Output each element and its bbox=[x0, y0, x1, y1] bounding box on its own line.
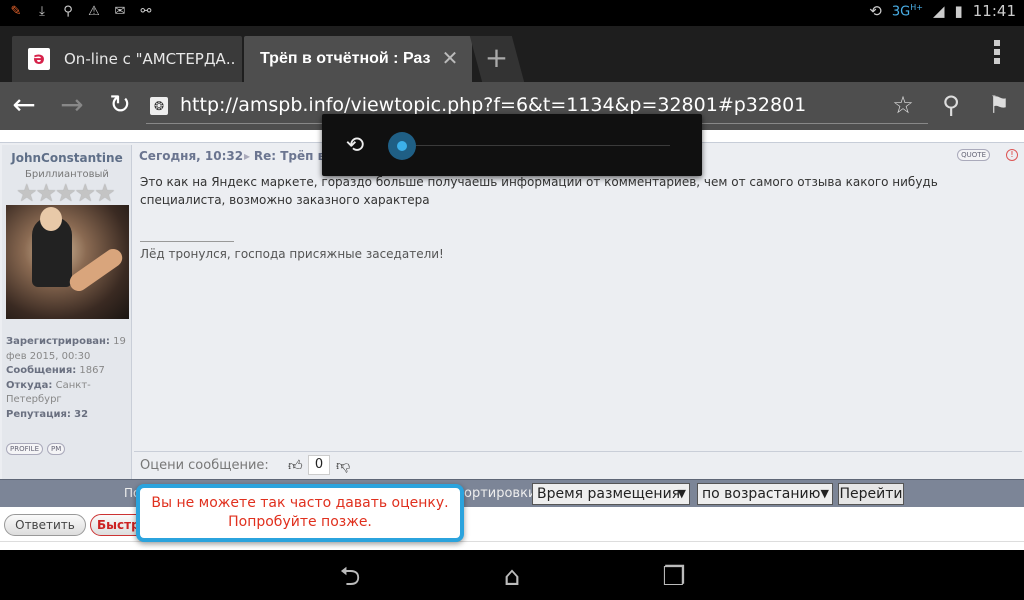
thumb-up-icon[interactable]: 👍︎ bbox=[288, 457, 303, 474]
rating-value: 0 bbox=[308, 455, 330, 475]
sort-field-select[interactable]: Время размещения ▼ bbox=[532, 483, 690, 505]
tab-title: On-line с "АМСТЕРДА... bbox=[64, 50, 236, 68]
tab-bar: ə On-line с "АМСТЕРДА... Трёп в отчётной… bbox=[0, 26, 1024, 82]
report-icon[interactable]: ! bbox=[1006, 149, 1018, 161]
close-tab-icon[interactable]: ✕ bbox=[440, 48, 460, 68]
tab-title: Трёп в отчётной : Раз... bbox=[260, 50, 430, 67]
rate-label: Оцени сообщение: bbox=[140, 458, 269, 473]
author-info: Зарегистрирован: 19 фев 2015, 00:30 Сооб… bbox=[6, 335, 128, 422]
tab-active-trep[interactable]: Трёп в отчётной : Раз... ✕ bbox=[244, 36, 472, 82]
rating-row: Оцени сообщение: 👍︎ 0 👎︎ bbox=[134, 451, 1022, 479]
tablet-screen: { "statusbar": { "time": "11:41", "netwo… bbox=[0, 0, 1024, 600]
back-icon[interactable]: ⮌ bbox=[326, 562, 374, 592]
url-text[interactable]: http://amspb.info/viewtopic.php?f=6&t=11… bbox=[180, 94, 806, 116]
forum-post: JohnConstantine Бриллиантовый ★★★★★ Заре… bbox=[0, 142, 1024, 480]
recent-apps-icon[interactable]: ❐ bbox=[650, 562, 698, 592]
network-sup: H+ bbox=[910, 2, 923, 12]
bookmark-star-icon[interactable]: ☆ bbox=[888, 90, 918, 120]
post-subject[interactable]: ▸ Re: Трёп в bbox=[244, 149, 325, 163]
messages-value: 1867 bbox=[79, 365, 105, 376]
author-name[interactable]: JohnConstantine bbox=[2, 151, 132, 165]
network-type: 3GH+ bbox=[891, 2, 923, 20]
quote-button[interactable]: QUOTE bbox=[957, 149, 990, 161]
toast-line-2: Попробуйте позже. bbox=[228, 514, 372, 530]
reply-button[interactable]: Ответить bbox=[4, 514, 86, 536]
download-icon: ⤓ bbox=[39, 4, 45, 19]
post-body: Это как на Яндекс маркете, гораздо больш… bbox=[140, 175, 938, 207]
page-favicon-icon: ❂ bbox=[150, 97, 168, 115]
notification-icons: ✎ ⤓ ⚲ ⚠ ✉ ⚯ bbox=[8, 3, 154, 21]
signal-icon: ◢ bbox=[932, 2, 945, 20]
post-content: Сегодня, 10:32 ▸ Re: Трёп в QUOTE ! Это … bbox=[138, 145, 1022, 449]
reputation-label: Репутация: bbox=[6, 408, 71, 420]
rotation-slider-track[interactable] bbox=[408, 145, 670, 146]
battery-icon: ▮ bbox=[954, 2, 963, 20]
warning-icon: ⚠ bbox=[88, 4, 100, 19]
thumb-down-icon[interactable]: 👎︎ bbox=[336, 457, 350, 474]
bookmarks-icon[interactable]: ⚑ bbox=[984, 90, 1014, 120]
plus-icon: + bbox=[484, 41, 509, 74]
rotation-slider-knob[interactable] bbox=[388, 132, 416, 160]
post-author-pane: JohnConstantine Бриллиантовый ★★★★★ Заре… bbox=[2, 145, 132, 479]
home-icon[interactable]: ⌂ bbox=[488, 562, 536, 592]
forward-arrow-icon[interactable]: → bbox=[56, 90, 88, 122]
toast-message: Вы не можете так часто давать оценку. По… bbox=[136, 484, 464, 542]
profile-button[interactable]: PROFILE bbox=[6, 443, 44, 455]
author-actions: PROFILE PM bbox=[6, 443, 66, 455]
reputation-value: 32 bbox=[74, 408, 89, 420]
toast-line-1: Вы не можете так часто давать оценку. bbox=[151, 495, 449, 511]
back-arrow-icon[interactable]: ← bbox=[8, 90, 40, 122]
app-notification-icon: ✎ bbox=[10, 4, 22, 19]
search-icon[interactable]: ⚲ bbox=[936, 90, 966, 120]
post-date: Сегодня, 10:32 bbox=[139, 149, 244, 163]
from-label: Откуда: bbox=[6, 379, 53, 391]
usb-icon: ⚯ bbox=[140, 4, 152, 19]
clock: 11:41 bbox=[972, 2, 1016, 20]
signature: Лёд тронулся, господа присяжные заседате… bbox=[140, 247, 444, 261]
signature-divider bbox=[140, 241, 234, 242]
status-bar: ✎ ⤓ ⚲ ⚠ ✉ ⚯ ⟲ 3GH+ ◢ ▮ 11:41 bbox=[0, 0, 1024, 26]
reload-icon[interactable]: ↻ bbox=[104, 90, 136, 122]
tab-online-amsterdam[interactable]: ə On-line с "АМСТЕРДА... bbox=[12, 36, 242, 82]
new-tab-button[interactable]: + bbox=[469, 36, 525, 82]
registered-label: Зарегистрирован: bbox=[6, 336, 110, 347]
site-favicon-icon: ə bbox=[28, 48, 50, 70]
system-icons: ⟲ 3GH+ ◢ ▮ 11:41 bbox=[869, 2, 1016, 20]
rotation-lock-panel: ⟲ bbox=[322, 114, 702, 176]
message-icon: ✉ bbox=[114, 4, 126, 19]
avatar bbox=[6, 205, 129, 319]
go-button[interactable]: Перейти bbox=[838, 483, 904, 505]
search-icon: ⚲ bbox=[63, 4, 73, 19]
sort-label: ортировки bbox=[464, 486, 537, 501]
messages-label: Сообщения: bbox=[6, 365, 77, 376]
system-nav-bar: ⮌ ⌂ ❐ bbox=[0, 552, 1024, 600]
sort-direction-select[interactable]: по возрастанию ▼ bbox=[697, 483, 833, 505]
pm-button[interactable]: PM bbox=[47, 443, 66, 455]
overflow-menu-icon[interactable] bbox=[992, 40, 1002, 68]
auto-rotate-icon[interactable]: ⟲ bbox=[342, 132, 368, 160]
rank-stars: ★★★★★ bbox=[16, 179, 116, 207]
rotation-icon: ⟲ bbox=[869, 2, 882, 20]
